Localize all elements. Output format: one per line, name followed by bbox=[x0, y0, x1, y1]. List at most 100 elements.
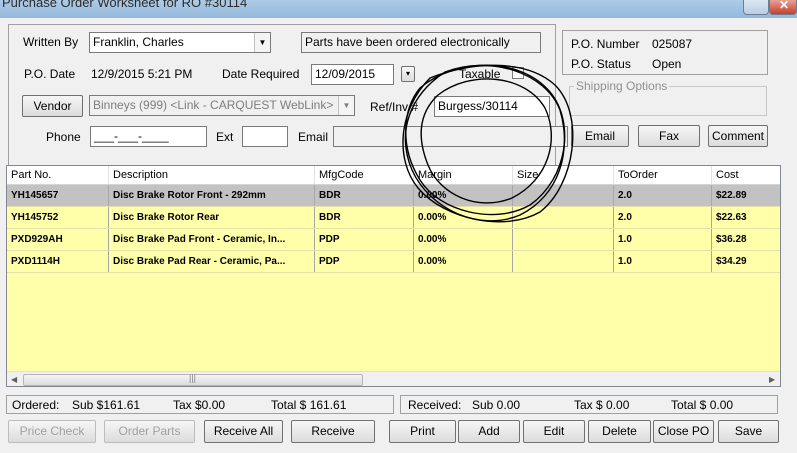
table-row[interactable]: PXD1114H Disc Brake Pad Rear - Ceramic, … bbox=[7, 251, 780, 273]
ordered-tax: Tax $0.00 bbox=[173, 398, 226, 412]
cell-description: Disc Brake Rotor Front - 292mm bbox=[109, 185, 315, 206]
cell-cost: $22.89 bbox=[712, 185, 780, 206]
received-label: Received: bbox=[408, 398, 462, 412]
comment-button[interactable]: Comment bbox=[708, 125, 768, 147]
ordered-subtotal: Sub $161.61 bbox=[72, 398, 141, 412]
chevron-down-icon: ▾ bbox=[405, 69, 410, 78]
edit-button[interactable]: Edit bbox=[523, 420, 585, 443]
po-worksheet-window: Written By Franklin, Charles ▼ Parts hav… bbox=[0, 18, 797, 453]
order-message-text: Parts have been ordered electronically bbox=[305, 35, 510, 49]
close-icon: ✕ bbox=[779, 0, 790, 12]
ref-inv-label: Ref/Inv # bbox=[370, 100, 419, 114]
ordered-label: Ordered: bbox=[12, 398, 60, 412]
minimize-button[interactable] bbox=[743, 0, 769, 15]
cell-margin: 0.00% bbox=[414, 251, 513, 272]
cell-mfgcode: BDR bbox=[315, 185, 414, 206]
cell-size bbox=[513, 251, 614, 272]
ordered-total: Total $ 161.61 bbox=[271, 398, 347, 412]
cell-margin: 0.00% bbox=[414, 229, 513, 250]
column-header-margin[interactable]: Margin bbox=[414, 166, 513, 184]
column-header-size[interactable]: Size bbox=[513, 166, 614, 184]
taxable-checkbox[interactable] bbox=[512, 67, 524, 79]
received-tax: Tax $ 0.00 bbox=[574, 398, 630, 412]
phone-label: Phone bbox=[46, 130, 81, 144]
written-by-label: Written By bbox=[23, 35, 79, 49]
date-required-input[interactable]: 12/09/2015 bbox=[311, 64, 394, 85]
cell-margin: 0.00% bbox=[414, 185, 513, 206]
scrollbar-thumb[interactable]: ||| bbox=[23, 373, 363, 386]
close-po-button[interactable]: Close PO bbox=[653, 420, 714, 443]
po-date-label: P.O. Date bbox=[24, 67, 76, 81]
scroll-right-icon[interactable]: ▶ bbox=[769, 375, 775, 384]
save-button[interactable]: Save bbox=[718, 420, 779, 443]
cell-part-no: YH145657 bbox=[7, 185, 109, 206]
po-date-value: 12/9/2015 5:21 PM bbox=[91, 67, 193, 81]
written-by-select[interactable]: Franklin, Charles ▼ bbox=[89, 32, 271, 53]
cell-part-no: PXD929AH bbox=[7, 229, 109, 250]
receive-button[interactable]: Receive bbox=[291, 420, 375, 443]
order-message-field: Parts have been ordered electronically bbox=[301, 32, 541, 53]
cell-toorder: 2.0 bbox=[614, 185, 712, 206]
cell-description: Disc Brake Pad Front - Ceramic, In... bbox=[109, 229, 315, 250]
close-button[interactable]: ✕ bbox=[769, 0, 797, 15]
date-required-value: 12/09/2015 bbox=[315, 67, 376, 81]
grid-header: Part No. Description MfgCode Margin Size… bbox=[7, 166, 780, 185]
cell-part-no: YH145752 bbox=[7, 207, 109, 228]
taxable-label: Taxable bbox=[459, 67, 501, 81]
print-button[interactable]: Print bbox=[389, 420, 456, 443]
chevron-down-icon[interactable]: ▼ bbox=[338, 96, 354, 115]
date-required-label: Date Required bbox=[222, 67, 300, 81]
cell-cost: $36.28 bbox=[712, 229, 780, 250]
table-row[interactable]: YH145657 Disc Brake Rotor Front - 292mm … bbox=[7, 185, 780, 207]
scroll-left-icon[interactable]: ◀ bbox=[11, 375, 17, 384]
received-total: Total $ 0.00 bbox=[671, 398, 734, 412]
fax-button[interactable]: Fax bbox=[638, 125, 700, 147]
written-by-value: Franklin, Charles bbox=[93, 35, 184, 49]
cell-toorder: 1.0 bbox=[614, 229, 712, 250]
column-header-toorder[interactable]: ToOrder bbox=[614, 166, 712, 184]
shipping-options-group: Shipping Options bbox=[569, 79, 767, 116]
order-parts-button[interactable]: Order Parts bbox=[104, 420, 195, 443]
chevron-down-icon[interactable]: ▼ bbox=[254, 33, 270, 52]
po-number-label: P.O. Number bbox=[571, 37, 640, 51]
cell-toorder: 1.0 bbox=[614, 251, 712, 272]
table-row[interactable]: PXD929AH Disc Brake Pad Front - Ceramic,… bbox=[7, 229, 780, 251]
calendar-picker-button[interactable]: ▾ bbox=[401, 66, 415, 82]
shipping-options-legend: Shipping Options bbox=[574, 79, 670, 93]
column-header-part-no[interactable]: Part No. bbox=[7, 166, 109, 184]
ref-inv-input[interactable]: Burgess/30114 bbox=[434, 96, 550, 117]
ext-input[interactable] bbox=[242, 126, 288, 147]
cell-margin: 0.00% bbox=[414, 207, 513, 228]
price-check-button[interactable]: Price Check bbox=[8, 420, 96, 443]
column-header-mfgcode[interactable]: MfgCode bbox=[315, 166, 414, 184]
vendor-select[interactable]: Binneys (999) <Link - CARQUEST WebLink> … bbox=[89, 95, 355, 116]
cell-part-no: PXD1114H bbox=[7, 251, 109, 272]
cell-mfgcode: PDP bbox=[315, 251, 414, 272]
parts-grid[interactable]: Part No. Description MfgCode Margin Size… bbox=[6, 165, 781, 387]
cell-mfgcode: PDP bbox=[315, 229, 414, 250]
po-number-value: 025087 bbox=[652, 37, 693, 51]
grip-icon: ||| bbox=[189, 373, 197, 383]
cell-description: Disc Brake Rotor Rear bbox=[109, 207, 315, 228]
vendor-button[interactable]: Vendor bbox=[22, 95, 83, 117]
email-input[interactable] bbox=[333, 126, 568, 147]
cell-cost: $34.29 bbox=[712, 251, 780, 272]
add-button[interactable]: Add bbox=[458, 420, 520, 443]
cell-cost: $22.63 bbox=[712, 207, 780, 228]
table-row[interactable]: YH145752 Disc Brake Rotor Rear BDR 0.00%… bbox=[7, 207, 780, 229]
cell-description: Disc Brake Pad Rear - Ceramic, Pa... bbox=[109, 251, 315, 272]
vendor-value: Binneys (999) <Link - CARQUEST WebLink> bbox=[93, 98, 334, 112]
receive-all-button[interactable]: Receive All bbox=[204, 420, 283, 443]
cell-size bbox=[513, 229, 614, 250]
column-header-cost[interactable]: Cost bbox=[712, 166, 780, 184]
ext-label: Ext bbox=[216, 130, 234, 144]
delete-button[interactable]: Delete bbox=[588, 420, 651, 443]
horizontal-scrollbar[interactable]: ◀ ||| ▶ bbox=[7, 371, 780, 386]
phone-input[interactable]: ___-___-____ bbox=[90, 126, 207, 147]
email-label: Email bbox=[298, 130, 329, 144]
column-header-description[interactable]: Description bbox=[109, 166, 315, 184]
email-button[interactable]: Email bbox=[571, 125, 629, 147]
window-title: Purchase Order Worksheet for RO #30114 bbox=[2, 0, 248, 10]
po-status-value: Open bbox=[652, 57, 682, 71]
cell-size bbox=[513, 207, 614, 228]
